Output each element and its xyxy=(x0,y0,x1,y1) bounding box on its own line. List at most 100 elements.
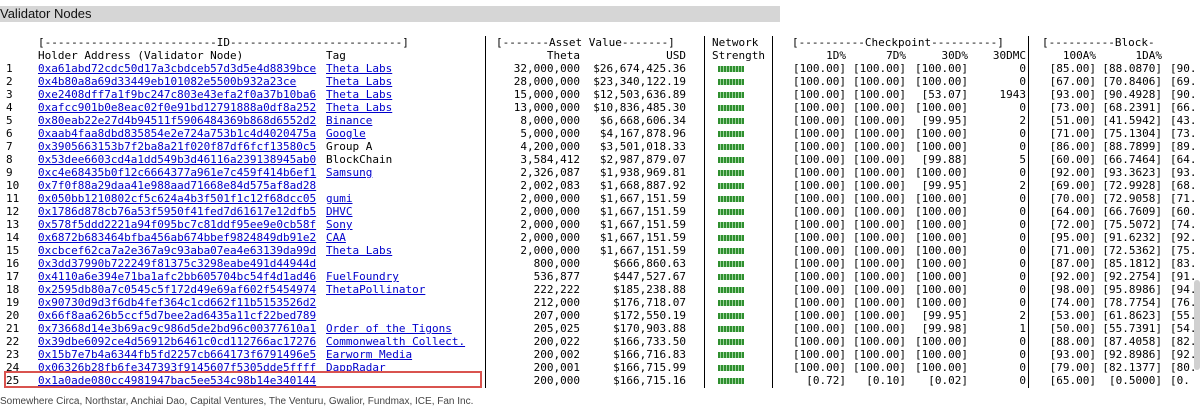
tag-link[interactable]: Theta Labs xyxy=(326,101,392,114)
holder-address-link[interactable]: 0x15b7e7b4a6344fb5fd2257cb664173f6791496… xyxy=(38,348,316,361)
tag-link[interactable]: Theta Labs xyxy=(326,62,392,75)
column-separator xyxy=(704,36,705,388)
block-100a: [88.00] xyxy=(1049,335,1096,348)
checkpoint-30dmc: 0 xyxy=(1019,335,1026,348)
tag-link[interactable]: CAA xyxy=(326,231,346,244)
holder-address-link[interactable]: 0x4b80a8a69d33449eb101082e5500b932a23ce xyxy=(38,75,296,88)
asset-group-header: [-------Asset Value-------] xyxy=(496,36,675,49)
holder-address-link[interactable]: 0x2595db80a7c0545c5f172d49e69af602f54549… xyxy=(38,283,316,296)
holder-address-link[interactable]: 0x73668d14e3b69ac9c986d5de2bd96c00377610… xyxy=(38,322,316,335)
holder-address-link[interactable]: 0xafcc901b0e8eac02f0e91bd12791888a0df8a2… xyxy=(38,101,316,114)
checkpoint-30dmc: 0 xyxy=(1019,62,1026,75)
holder-address-link[interactable]: 0x7f0f88a29daa41e988aad71668e84d575af8ad… xyxy=(38,179,316,192)
row-number: 5 xyxy=(6,114,13,127)
checkpoint-30d: [100.00] xyxy=(915,62,968,75)
holder-address-link[interactable]: 0x1786d878cb76a53f5950f41fed7d61617e12df… xyxy=(38,205,316,218)
tag-link[interactable]: Earworm Media xyxy=(326,348,412,361)
theta-value: 2,002,083 xyxy=(520,179,580,192)
holder-address-link[interactable]: 0xe2408dff7a1f9bc247c803e43efa2f0a37b10b… xyxy=(38,88,316,101)
holder-address-link[interactable]: 0xaab4faa8dbd835854e2e724a753b1c4d402047… xyxy=(38,127,316,140)
block-1da: [66.7609] xyxy=(1102,205,1162,218)
checkpoint-1d: [100.00] xyxy=(793,101,846,114)
block-1da: [66.7464] xyxy=(1102,153,1162,166)
checkpoint-1d: [100.00] xyxy=(793,309,846,322)
tag-link[interactable]: Commonwealth Collect. xyxy=(326,335,465,348)
holder-address-link[interactable]: 0x6872b683464bfba456ab674bbef9824849db91… xyxy=(38,231,316,244)
holder-address-link[interactable]: 0x4110a6e394e71ba1afc2bb605704bc54f4d1ad… xyxy=(38,270,316,283)
checkpoint-30d: [100.00] xyxy=(915,166,968,179)
network-strength-bar xyxy=(718,196,744,202)
checkpoint-30dmc: 0 xyxy=(1019,361,1026,374)
row-number: 4 xyxy=(6,101,13,114)
row-number: 21 xyxy=(6,322,20,335)
block-100a: [93.00] xyxy=(1049,348,1096,361)
network-strength-bar xyxy=(718,105,744,111)
theta-value: 4,200,000 xyxy=(520,140,580,153)
network-strength-bar xyxy=(718,300,744,306)
holder-address-link[interactable]: 0xa61abd72cdc50d17a3cbdceb57d3d5e4d8839b… xyxy=(38,62,316,75)
block-truncated: [69. xyxy=(1170,75,1197,88)
checkpoint-30dmc: 0 xyxy=(1019,270,1026,283)
holder-address-link[interactable]: 0x050bb1210802cf5c624a4b3f501f1c12f68dcc… xyxy=(38,192,316,205)
block-truncated: [89. xyxy=(1170,140,1197,153)
block-100a: [69.00] xyxy=(1049,179,1096,192)
checkpoint-30d: [100.00] xyxy=(915,127,968,140)
tag-link[interactable]: gumi xyxy=(326,192,353,205)
checkpoint-1d: [100.00] xyxy=(793,127,846,140)
holder-address-link[interactable]: 0xcbcef62ca7a2e367a9c93aba07ea4e63139da9… xyxy=(38,244,316,257)
block-truncated: [90. xyxy=(1170,88,1197,101)
tag-link[interactable]: Binance xyxy=(326,114,372,127)
checkpoint-30d: [0.02] xyxy=(928,374,968,387)
checkpoint-1d: [100.00] xyxy=(793,322,846,335)
theta-value: 8,000,000 xyxy=(520,114,580,127)
block-1da: [75.5072] xyxy=(1102,218,1162,231)
holder-address-link[interactable]: 0x66f8aa626b5ccf5d7bee2ad6435a11cf22bed7… xyxy=(38,309,316,322)
checkpoint-7d: [100.00] xyxy=(853,244,906,257)
tag-link[interactable]: Samsung xyxy=(326,166,372,179)
tag-link[interactable]: Theta Labs xyxy=(326,75,392,88)
network-strength-bar xyxy=(718,248,744,254)
holder-address-link[interactable]: 0x80eab22e27d4b94511f5906484369b868d6552… xyxy=(38,114,316,127)
checkpoint-7d: [100.00] xyxy=(853,140,906,153)
tag-link[interactable]: Order of the Tigons xyxy=(326,322,452,335)
row-number: 23 xyxy=(6,348,20,361)
usd-value: $1,938,969.81 xyxy=(599,166,686,179)
block-1da-header: 1DA% xyxy=(1135,49,1163,62)
checkpoint-30d-header: 30D% xyxy=(941,49,969,62)
tag-link[interactable]: Theta Labs xyxy=(326,88,392,101)
block-1da: [78.7754] xyxy=(1102,296,1162,309)
block-100a: [95.00] xyxy=(1049,231,1096,244)
checkpoint-30d: [100.00] xyxy=(915,75,968,88)
holder-address-link[interactable]: 0x3905663153b7f2ba8a21f020f87df6fcf13580… xyxy=(38,140,316,153)
holder-address-link[interactable]: 0x90730d9d3f6db4fef364c1cd662f11b5153526… xyxy=(38,296,316,309)
theta-value: 2,000,000 xyxy=(520,218,580,231)
holder-address-link[interactable]: 0x39dbe6092ce4d56912b6461c0cd112766ac172… xyxy=(38,335,316,348)
block-1da: [91.6232] xyxy=(1102,231,1162,244)
theta-value: 207,000 xyxy=(533,309,580,322)
network-strength-bar xyxy=(718,378,744,384)
network-strength-bar xyxy=(718,235,744,241)
usd-value: $4,167,878.96 xyxy=(599,127,686,140)
holder-address-link[interactable]: 0x578f5ddd2221a94f095bc7c81ddf95ee9e0cb5… xyxy=(38,218,316,231)
block-truncated: [92. xyxy=(1170,231,1197,244)
tag-link[interactable]: ThetaPollinator xyxy=(326,283,425,296)
block-1da: [75.1304] xyxy=(1102,127,1162,140)
network-strength-bar xyxy=(718,170,744,176)
holder-address-link[interactable]: 0x53dee6603cd4a1dd549b3d46116a239138945a… xyxy=(38,153,316,166)
tag-link[interactable]: DHVC xyxy=(326,205,353,218)
tag-link[interactable]: FuelFoundry xyxy=(326,270,399,283)
column-separator xyxy=(772,36,773,388)
checkpoint-30dmc: 2 xyxy=(1019,114,1026,127)
holder-address-link[interactable]: 0xc4e68435b0f12c6664377a961e7c459f414b6e… xyxy=(38,166,316,179)
block-1da: [95.8986] xyxy=(1102,283,1162,296)
checkpoint-group-header: [----------Checkpoint----------] xyxy=(792,36,1004,49)
block-100a: [70.00] xyxy=(1049,192,1096,205)
checkpoint-30d: [100.00] xyxy=(915,335,968,348)
tag-link[interactable]: Google xyxy=(326,127,366,140)
holder-address-link[interactable]: 0x3dd37990b722249f81375c3298eabe491d4494… xyxy=(38,257,316,270)
row-number: 14 xyxy=(6,231,20,244)
tag-link[interactable]: Theta Labs xyxy=(326,244,392,257)
scrollbar-thumb[interactable] xyxy=(1194,280,1200,370)
tag-link[interactable]: Sony xyxy=(326,218,353,231)
block-truncated: [94. xyxy=(1170,283,1197,296)
